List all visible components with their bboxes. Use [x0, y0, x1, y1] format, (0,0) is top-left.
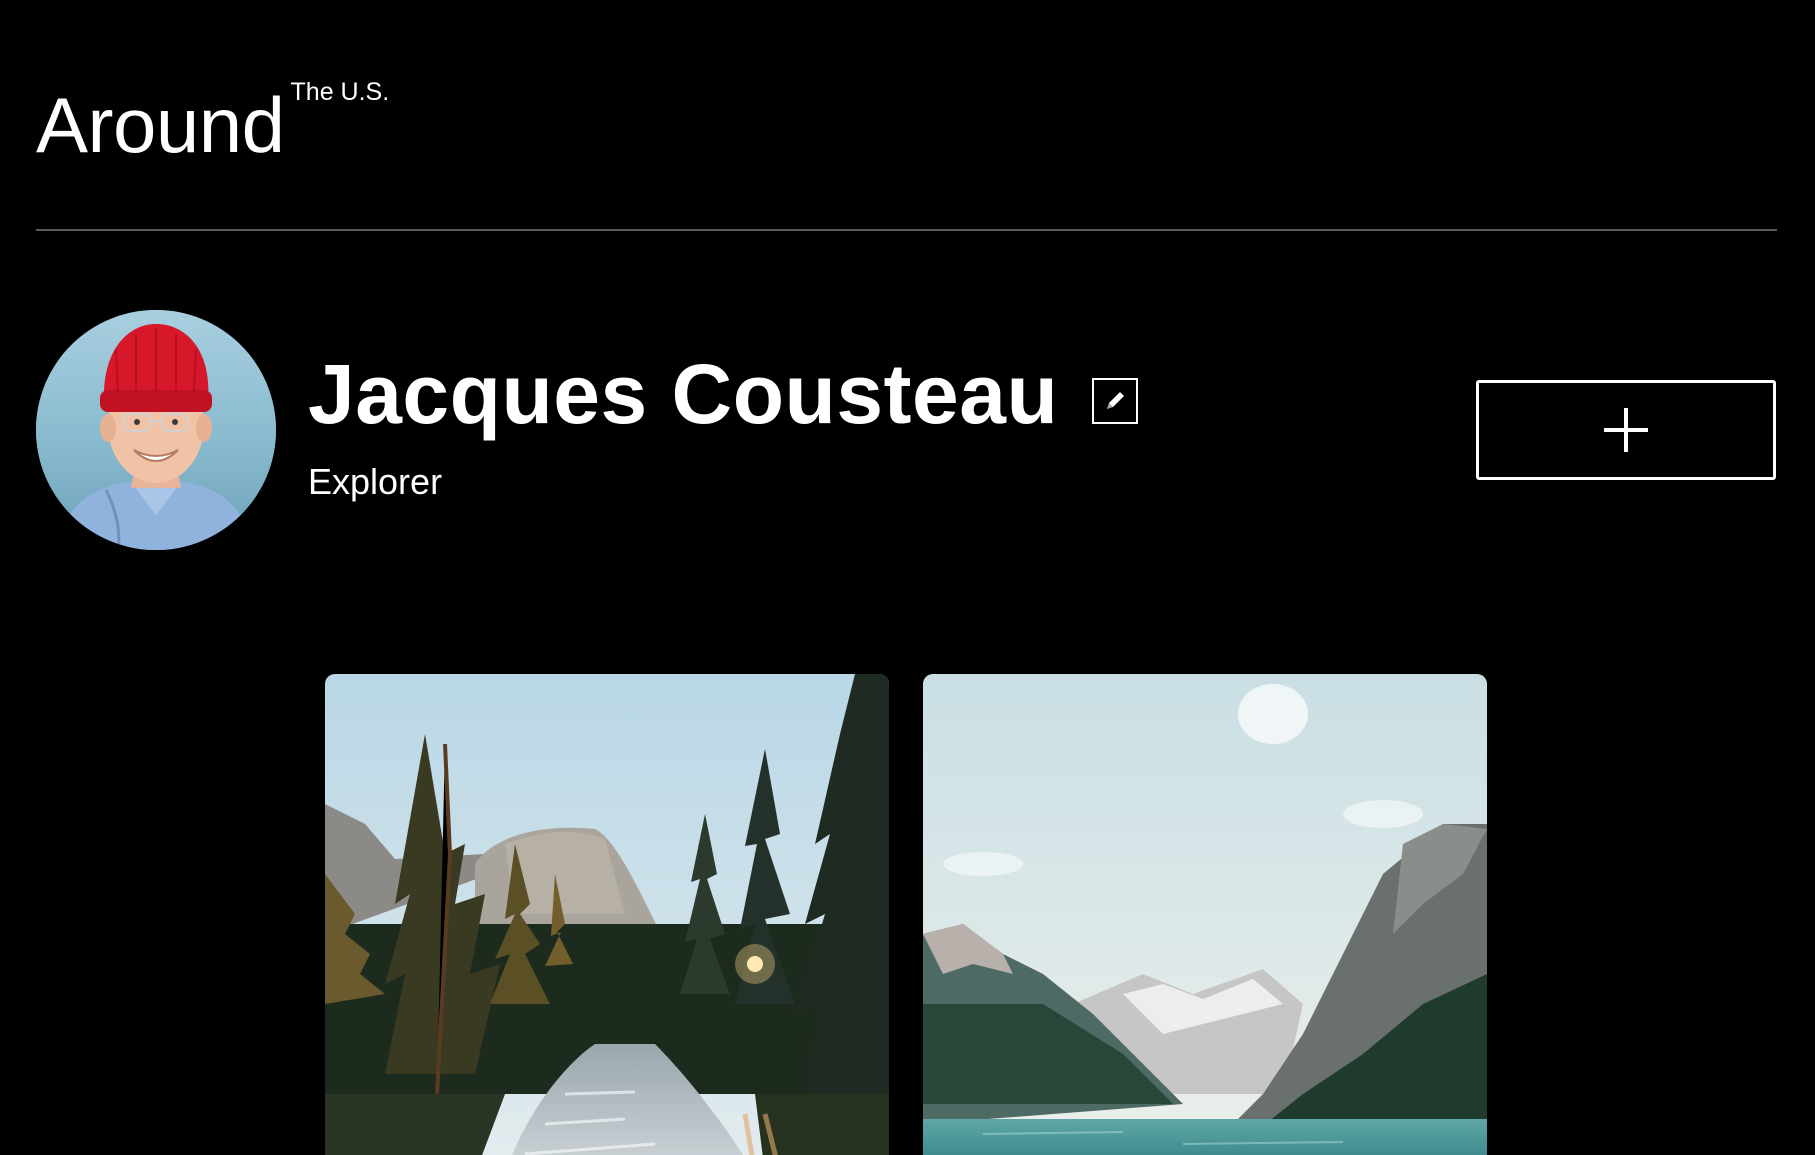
- profile-info: Jacques Cousteau Explorer: [308, 347, 1139, 502]
- profile-page: Around The U.S. Jacques Cousteau Explore…: [0, 0, 1815, 1155]
- place-card-image: [923, 674, 1487, 1155]
- pencil-icon: [1107, 392, 1125, 409]
- profile-role: Explorer: [308, 461, 443, 502]
- profile-name: Jacques Cousteau: [308, 347, 1059, 441]
- avatar[interactable]: [36, 310, 276, 550]
- place-card[interactable]: [923, 674, 1487, 1155]
- place-card[interactable]: [325, 674, 889, 1155]
- place-card-image: [325, 674, 889, 1155]
- add-place-button[interactable]: [1476, 380, 1776, 480]
- plus-icon: [1604, 408, 1648, 452]
- profile-name-row: Jacques Cousteau: [308, 347, 1139, 441]
- header-divider: [36, 229, 1777, 231]
- logo-text: Around: [36, 81, 285, 169]
- logo-superscript: The U.S.: [290, 78, 390, 106]
- edit-profile-button[interactable]: [1092, 378, 1139, 424]
- avatar-image: [36, 310, 276, 550]
- site-header: Around The U.S.: [36, 60, 390, 165]
